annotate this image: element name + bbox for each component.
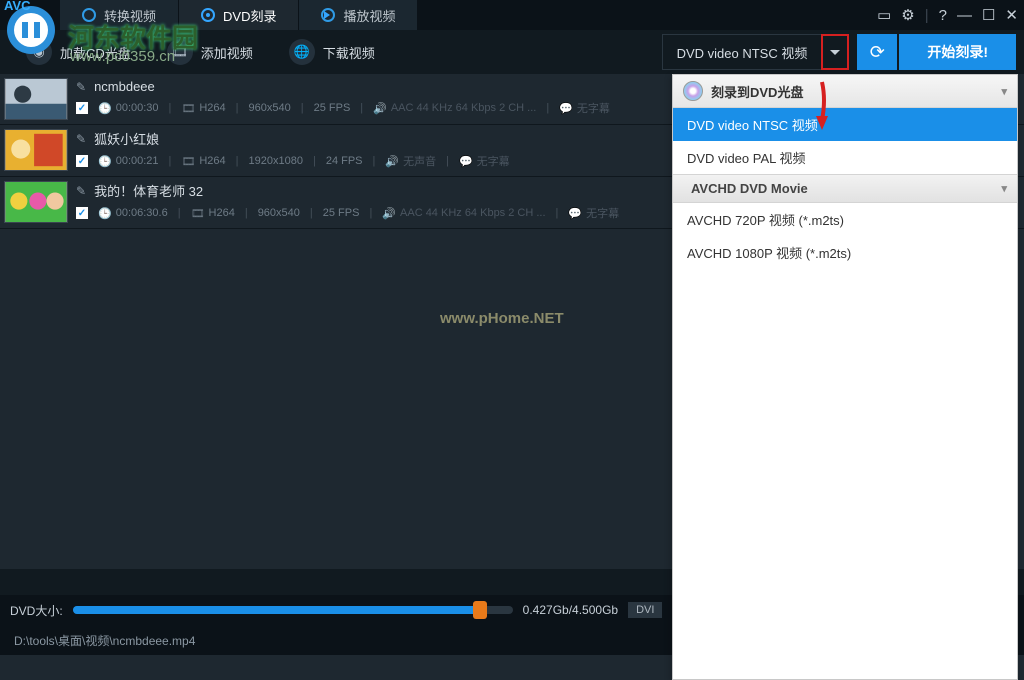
tab-convert-video[interactable]: 转换视频 — [60, 0, 179, 30]
file-checkbox[interactable]: ✓ — [76, 207, 88, 219]
codec-label: 🎞 H264 — [191, 207, 235, 220]
tab-label: 播放视频 — [343, 6, 395, 25]
dropdown-item[interactable]: AVCHD 1080P 视频 (*.m2ts) — [673, 236, 1017, 269]
resolution-label: 960x540 — [258, 207, 300, 219]
edit-name-icon[interactable]: ✎ — [76, 184, 86, 198]
close-icon[interactable]: ✕ — [1005, 6, 1018, 24]
file-name: ncmbdeee — [94, 79, 155, 94]
disc-icon — [201, 8, 215, 22]
subtitle-label[interactable]: 💬 无字幕 — [559, 100, 610, 116]
button-label: 下载视频 — [323, 43, 375, 62]
audio-label[interactable]: 🔊 AAC 44 KHz 64 Kbps 2 CH ... — [382, 207, 545, 220]
refresh-button[interactable]: ⟳ — [857, 34, 897, 70]
globe-download-icon: 🌐 — [289, 39, 315, 65]
fps-label: 25 FPS — [323, 207, 360, 219]
tab-label: DVD刻录 — [223, 6, 276, 25]
duration-label: 🕒 00:06:30.6 — [98, 207, 168, 220]
audio-label[interactable]: 🔊 无声音 — [385, 153, 436, 169]
output-profile-select[interactable]: DVD video NTSC 视频 — [662, 34, 850, 70]
section-label: 刻录到DVD光盘 — [711, 82, 803, 101]
dropdown-item[interactable]: AVCHD 720P 视频 (*.m2ts) — [673, 203, 1017, 236]
dropdown-item[interactable]: DVD video NTSC 视频 — [673, 108, 1017, 141]
file-name: 狐妖小红娘 — [94, 129, 159, 148]
profile-selected-label: DVD video NTSC 视频 — [662, 34, 822, 70]
main-toolbar: ◉ 加载CD光盘 🎞 添加视频 🌐 下载视频 DVD video NTSC 视频… — [0, 30, 1024, 74]
load-cd-button[interactable]: ◉ 加载CD光盘 — [8, 30, 149, 74]
edit-name-icon[interactable]: ✎ — [76, 132, 86, 146]
output-profile-dropdown: 刻录到DVD光盘 ▾ DVD video NTSC 视频 DVD video P… — [672, 74, 1018, 680]
dvd-disc-icon — [683, 81, 703, 101]
add-video-button[interactable]: 🎞 添加视频 — [149, 30, 271, 74]
dvd-size-slider[interactable] — [73, 606, 513, 614]
play-icon — [321, 8, 335, 22]
dropdown-section-avchd[interactable]: AVCHD DVD Movie ▾ — [673, 174, 1017, 203]
button-label: 加载CD光盘 — [60, 43, 131, 62]
subtitle-label[interactable]: 💬 无字幕 — [568, 205, 619, 221]
item-label: DVD video PAL 视频 — [687, 151, 806, 166]
subtitle-label[interactable]: 💬 无字幕 — [459, 153, 510, 169]
codec-label: 🎞 H264 — [181, 155, 225, 168]
title-bar: 转换视频 DVD刻录 播放视频 ▭ ⚙ | ? — ☐ ✕ — [0, 0, 1024, 30]
file-checkbox[interactable]: ✓ — [76, 155, 88, 167]
chevron-down-icon: ▾ — [1001, 85, 1007, 98]
separator: | — [925, 7, 929, 24]
audio-label[interactable]: 🔊 AAC 44 KHz 64 Kbps 2 CH ... — [373, 102, 536, 115]
resolution-label: 960x540 — [249, 102, 291, 114]
button-label: 开始刻录! — [927, 42, 988, 62]
tab-dvd-burn[interactable]: DVD刻录 — [179, 0, 299, 30]
section-label: AVCHD DVD Movie — [691, 181, 808, 196]
download-video-button[interactable]: 🌐 下载视频 — [271, 30, 393, 74]
chevron-down-icon: ▾ — [1001, 182, 1007, 195]
file-name: 我的！体育老师 32 — [94, 181, 203, 200]
video-thumbnail[interactable] — [4, 181, 68, 223]
fps-label: 25 FPS — [314, 102, 351, 114]
video-thumbnail[interactable] — [4, 129, 68, 171]
tab-label: 转换视频 — [104, 6, 156, 25]
dvd-disc-select[interactable]: DVI — [628, 602, 662, 618]
watermark-phome: www.pHome.NET — [440, 310, 564, 327]
button-label: 添加视频 — [201, 43, 253, 62]
dvd-size-label: DVD大小: — [10, 602, 63, 619]
duration-label: 🕒 00:00:21 — [98, 155, 159, 168]
dvd-size-text: 0.427Gb/4.500Gb — [523, 603, 618, 617]
video-thumbnail[interactable] — [4, 78, 68, 120]
film-icon: 🎞 — [167, 39, 193, 65]
tab-play-video[interactable]: 播放视频 — [299, 0, 418, 30]
convert-icon — [82, 8, 96, 22]
minimize-icon[interactable]: — — [957, 7, 972, 24]
dropdown-section-dvd[interactable]: 刻录到DVD光盘 ▾ — [673, 75, 1017, 108]
slider-knob[interactable] — [473, 601, 487, 619]
codec-label: 🎞 H264 — [181, 102, 225, 115]
status-path: D:\tools\桌面\视频\ncmbdeee.mp4 — [14, 632, 195, 649]
cd-icon: ◉ — [26, 39, 52, 65]
start-burn-button[interactable]: 开始刻录! — [899, 34, 1016, 70]
duration-label: 🕒 00:00:30 — [98, 102, 159, 115]
item-label: DVD video NTSC 视频 — [687, 118, 818, 133]
dropdown-item[interactable]: DVD video PAL 视频 — [673, 141, 1017, 174]
profile-dropdown-arrow[interactable] — [821, 34, 849, 70]
maximize-icon[interactable]: ☐ — [982, 6, 995, 24]
file-checkbox[interactable]: ✓ — [76, 102, 88, 114]
settings-icon[interactable]: ⚙ — [901, 6, 914, 24]
item-label: AVCHD 1080P 视频 (*.m2ts) — [687, 246, 851, 261]
resolution-label: 1920x1080 — [249, 155, 303, 167]
help-icon[interactable]: ? — [939, 7, 947, 24]
edit-name-icon[interactable]: ✎ — [76, 80, 86, 94]
window-list-icon[interactable]: ▭ — [877, 6, 891, 24]
item-label: AVCHD 720P 视频 (*.m2ts) — [687, 213, 844, 228]
fps-label: 24 FPS — [326, 155, 363, 167]
